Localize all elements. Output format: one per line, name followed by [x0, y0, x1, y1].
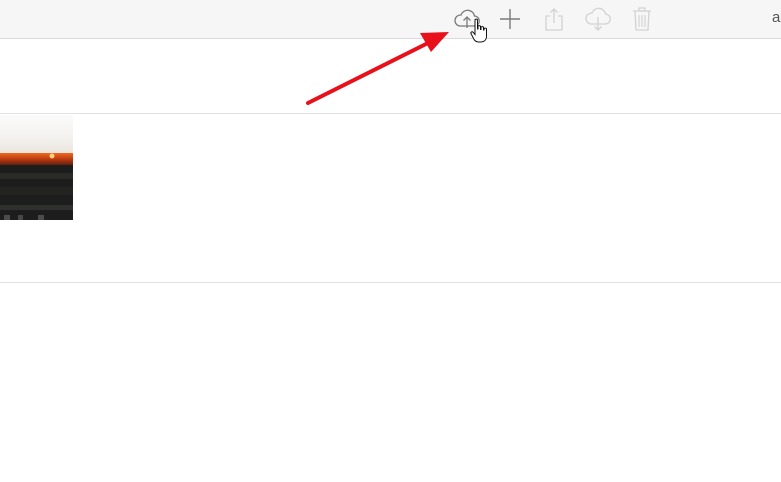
row-divider-top [0, 113, 781, 114]
share-icon [542, 6, 566, 32]
delete-button[interactable] [627, 4, 657, 34]
upload-button[interactable] [452, 4, 482, 34]
trash-icon [631, 6, 653, 32]
photo-thumbnail[interactable] [0, 115, 73, 220]
account-name-label[interactable]: a [772, 9, 780, 26]
sunset-photo-thumbnail [0, 115, 73, 220]
cloud-download-icon [584, 6, 612, 32]
cloud-upload-icon [453, 7, 481, 31]
row-divider-bottom [0, 282, 781, 283]
download-button[interactable] [583, 4, 613, 34]
plus-icon [498, 7, 522, 31]
toolbar: a [0, 0, 781, 39]
new-folder-button[interactable] [495, 4, 525, 34]
annotation-arrow-icon [306, 32, 449, 105]
share-button[interactable] [539, 4, 569, 34]
